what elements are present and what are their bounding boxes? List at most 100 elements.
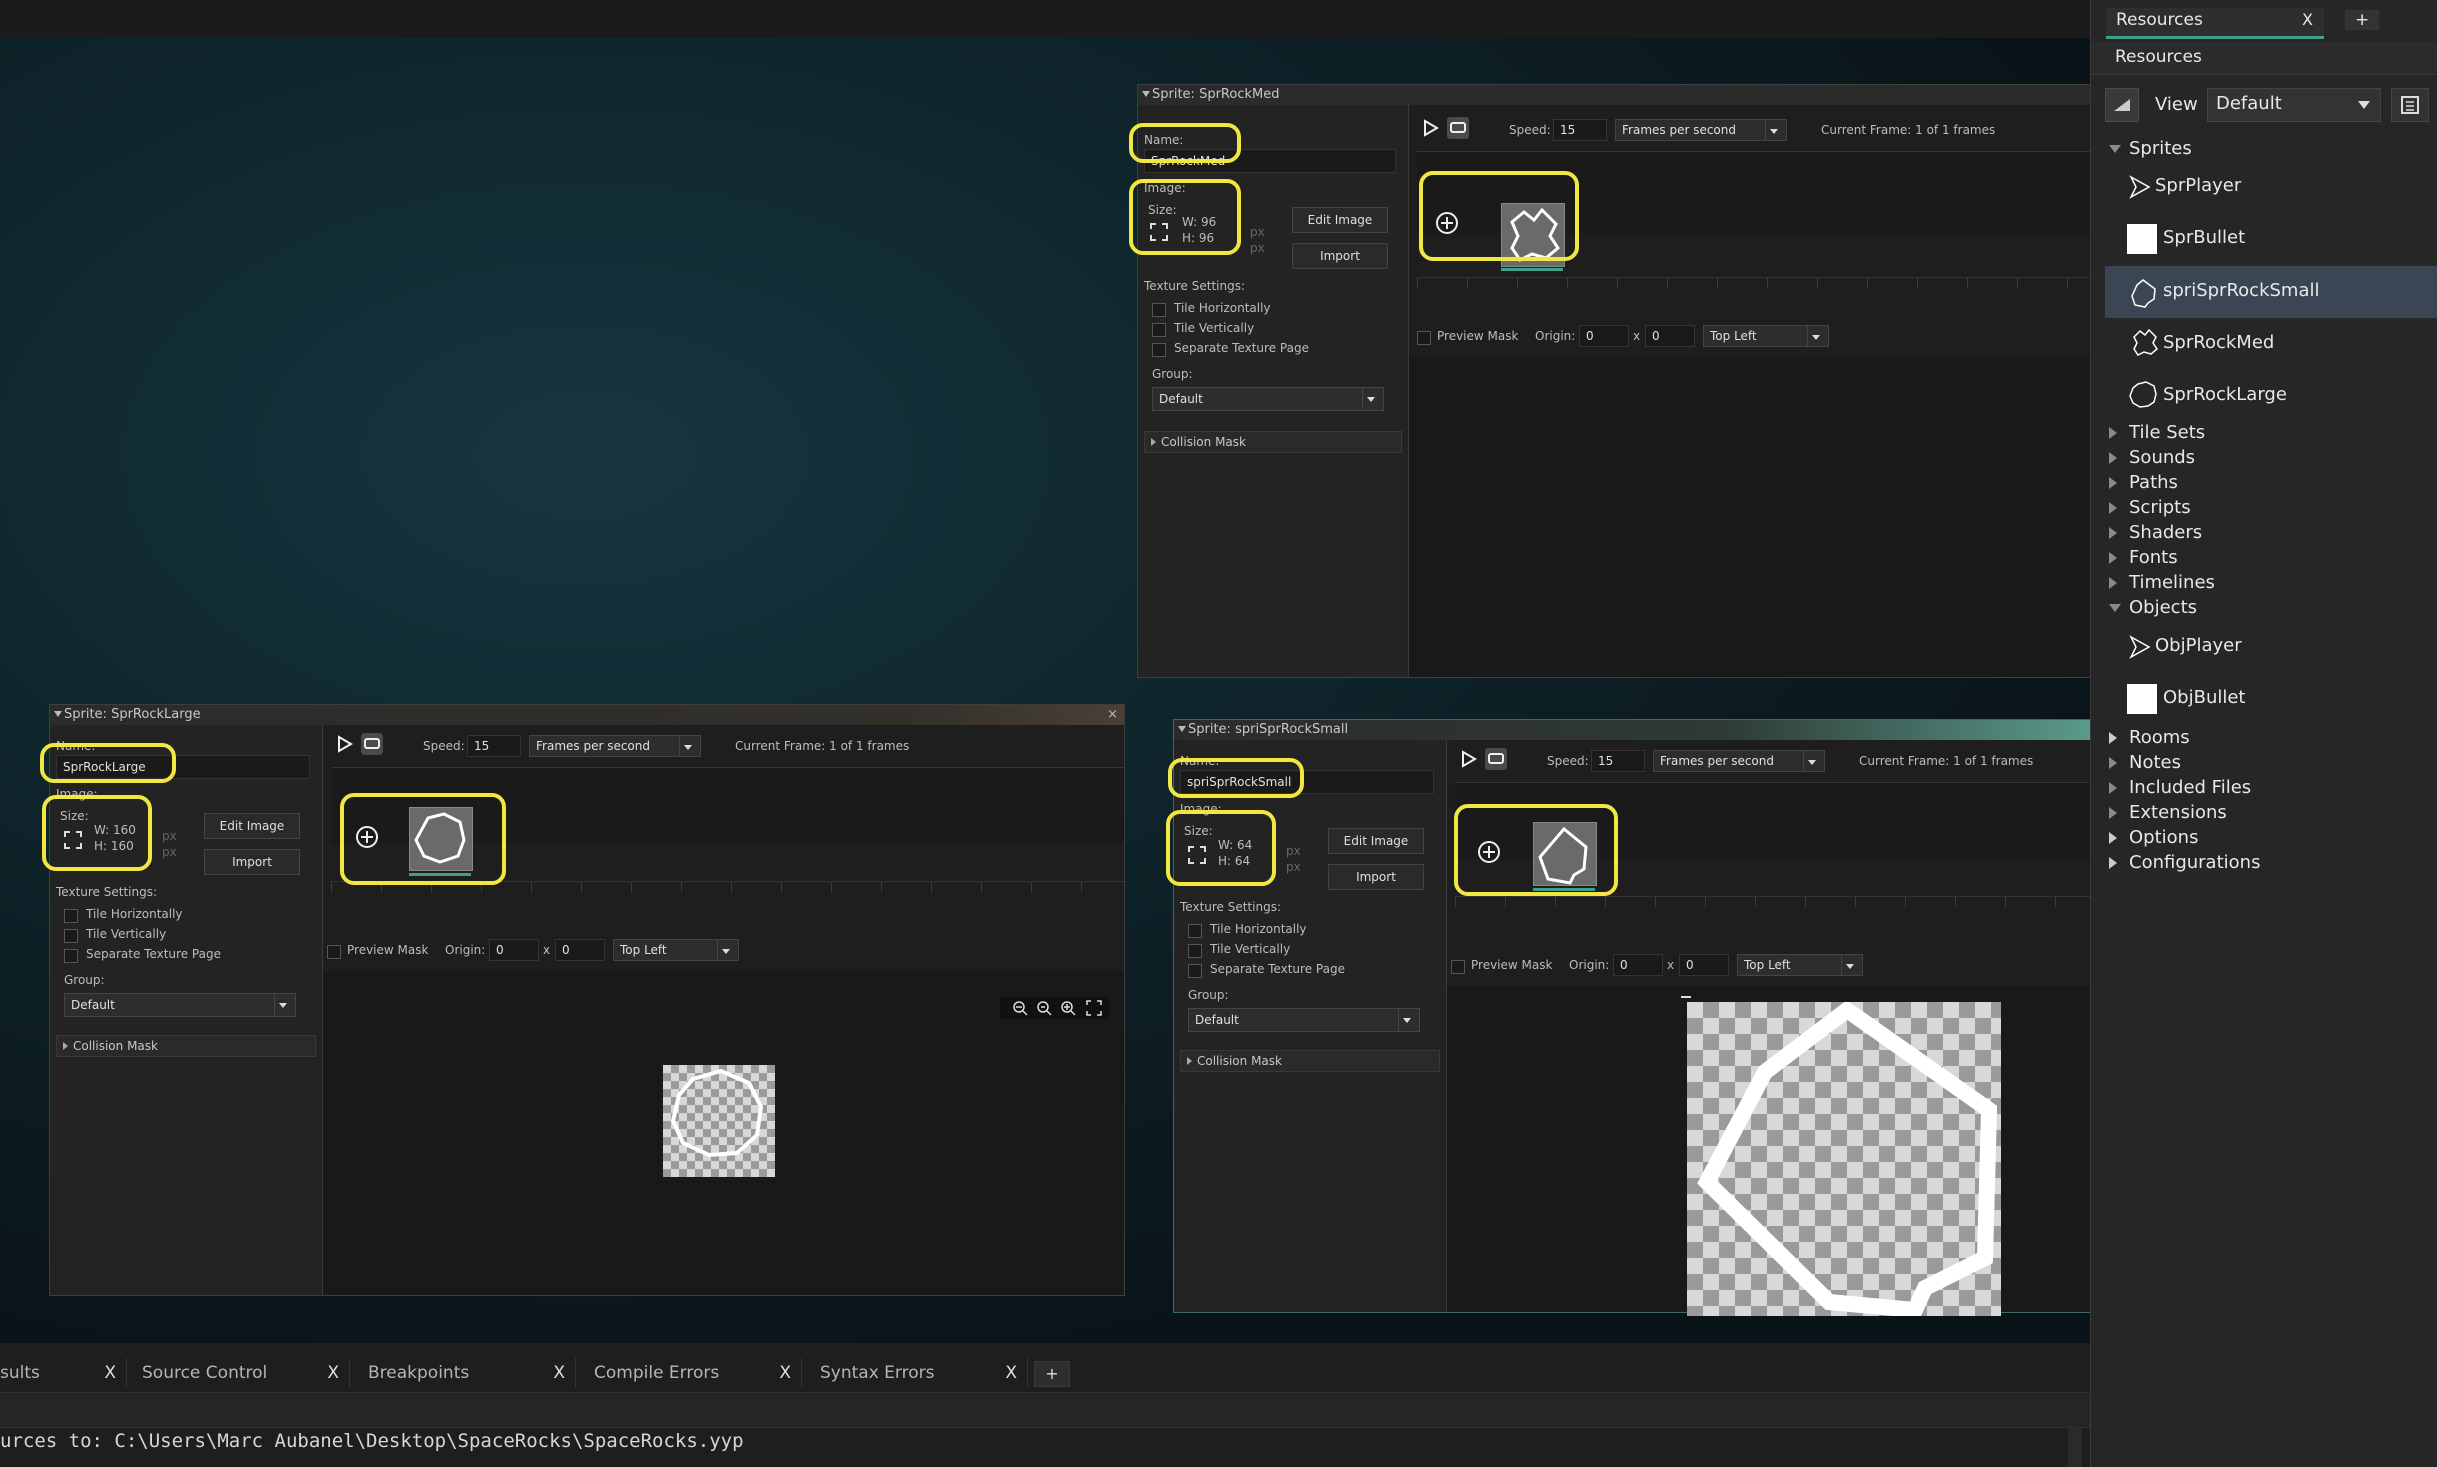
loop-icon[interactable] xyxy=(361,733,383,755)
zoom-reset-icon[interactable] xyxy=(1036,1000,1052,1016)
collapse-icon[interactable] xyxy=(1142,91,1150,97)
play-icon[interactable] xyxy=(1423,119,1439,137)
sprite-window-rocklarge[interactable]: Sprite: SprRockLarge × Name: SprRockLarge… xyxy=(40,704,1125,1296)
speed-field[interactable]: 15 xyxy=(467,735,521,757)
import-button[interactable]: Import xyxy=(1292,243,1388,269)
loop-icon[interactable] xyxy=(1485,748,1507,770)
tab-source-control[interactable]: Source Control X xyxy=(126,1358,350,1388)
window-title-bar[interactable]: Sprite: SprRockLarge × xyxy=(50,705,1124,726)
collision-mask-section[interactable]: Collision Mask xyxy=(56,1035,316,1057)
expand-scripts-icon[interactable] xyxy=(2109,502,2117,514)
expand-rooms-icon[interactable] xyxy=(2109,732,2117,744)
origin-x-field[interactable]: 0 xyxy=(1613,954,1663,976)
edit-image-button[interactable]: Edit Image xyxy=(204,813,300,839)
folder-sounds[interactable]: Sounds xyxy=(2129,447,2195,468)
collision-mask-section[interactable]: Collision Mask xyxy=(1180,1050,1440,1072)
speed-unit-dropdown[interactable]: Frames per second xyxy=(1653,750,1825,772)
tab-search-results[interactable]: sults X xyxy=(0,1358,127,1388)
origin-y-field[interactable]: 0 xyxy=(1679,954,1729,976)
group-dropdown[interactable]: Default xyxy=(1152,387,1384,411)
tile-vertically-checkbox[interactable] xyxy=(1152,323,1166,337)
resource-item-sprirocksmall[interactable]: spriSprRockSmall xyxy=(2105,266,2437,318)
origin-y-field[interactable]: 0 xyxy=(1645,325,1695,347)
add-output-tab-button[interactable]: + xyxy=(1034,1361,1070,1387)
expand-sprites-icon[interactable] xyxy=(2109,145,2121,153)
loop-icon[interactable] xyxy=(1447,117,1469,139)
folder-sprites[interactable]: Sprites xyxy=(2129,138,2192,159)
zoom-in-icon[interactable] xyxy=(1060,1000,1076,1016)
play-icon[interactable] xyxy=(1461,750,1477,768)
fit-view-icon[interactable] xyxy=(1086,1000,1102,1016)
expand-objects-icon[interactable] xyxy=(2109,604,2121,612)
speed-unit-dropdown[interactable]: Frames per second xyxy=(529,735,701,757)
expand-sounds-icon[interactable] xyxy=(2109,452,2117,464)
folder-objects[interactable]: Objects xyxy=(2129,597,2197,618)
folder-tile-sets[interactable]: Tile Sets xyxy=(2129,422,2205,443)
collapse-icon[interactable] xyxy=(1178,726,1186,732)
tile-vertically-checkbox[interactable] xyxy=(1188,944,1202,958)
play-icon[interactable] xyxy=(337,735,353,753)
preview-mask-checkbox[interactable] xyxy=(1451,960,1465,974)
folder-scripts[interactable]: Scripts xyxy=(2129,497,2191,518)
expand-fonts-icon[interactable] xyxy=(2109,552,2117,564)
zoom-out-icon[interactable] xyxy=(1012,1000,1028,1016)
edit-image-button[interactable]: Edit Image xyxy=(1292,207,1388,233)
group-dropdown[interactable]: Default xyxy=(1188,1008,1420,1032)
separate-texture-page-checkbox[interactable] xyxy=(64,949,78,963)
expand-paths-icon[interactable] xyxy=(2109,477,2117,489)
folder-rooms[interactable]: Rooms xyxy=(2129,727,2190,748)
close-icon[interactable]: X xyxy=(2302,10,2313,29)
speed-unit-dropdown[interactable]: Frames per second xyxy=(1615,119,1787,141)
expand-configurations-icon[interactable] xyxy=(2109,857,2117,869)
folder-paths[interactable]: Paths xyxy=(2129,472,2178,493)
close-icon[interactable]: X xyxy=(104,1358,116,1388)
output-scrollbar[interactable] xyxy=(2068,1426,2082,1467)
expand-extensions-icon[interactable] xyxy=(2109,807,2117,819)
folder-timelines[interactable]: Timelines xyxy=(2129,572,2215,593)
window-title-bar[interactable]: Sprite: spriSprRockSmall xyxy=(1174,720,2091,741)
origin-x-field[interactable]: 0 xyxy=(1579,325,1629,347)
sprite-window-rocksmall[interactable]: Sprite: spriSprRockSmall Name: spriSprRo… xyxy=(1166,719,2092,1319)
sprite-canvas[interactable] xyxy=(1447,986,2091,1319)
tab-compile-errors[interactable]: Compile Errors X xyxy=(578,1358,802,1388)
close-icon[interactable]: × xyxy=(1107,705,1118,725)
preview-mask-checkbox[interactable] xyxy=(1417,331,1431,345)
close-icon[interactable]: X xyxy=(1005,1358,1017,1388)
origin-x-field[interactable]: 0 xyxy=(489,939,539,961)
folder-included-files[interactable]: Included Files xyxy=(2129,777,2251,798)
folder-extensions[interactable]: Extensions xyxy=(2129,802,2227,823)
speed-field[interactable]: 15 xyxy=(1591,750,1645,772)
import-button[interactable]: Import xyxy=(204,849,300,875)
import-button[interactable]: Import xyxy=(1328,864,1424,890)
speed-field[interactable]: 15 xyxy=(1553,119,1607,141)
separate-texture-page-checkbox[interactable] xyxy=(1188,964,1202,978)
folder-fonts[interactable]: Fonts xyxy=(2129,547,2178,568)
folder-notes[interactable]: Notes xyxy=(2129,752,2181,773)
sprite-canvas[interactable] xyxy=(323,971,1124,1295)
tile-horizontally-checkbox[interactable] xyxy=(64,909,78,923)
expand-options-icon[interactable] xyxy=(2109,832,2117,844)
resource-item-objplayer[interactable]: ObjPlayer xyxy=(2105,628,2437,666)
sprite-canvas[interactable] xyxy=(1409,357,2091,677)
separate-texture-page-checkbox[interactable] xyxy=(1152,343,1166,357)
resource-item-sprrocklarge[interactable]: SprRockLarge xyxy=(2105,376,2437,416)
add-tab-button[interactable]: + xyxy=(2345,10,2380,30)
resource-item-objbullet[interactable]: ObjBullet xyxy=(2105,680,2437,718)
group-dropdown[interactable]: Default xyxy=(64,993,296,1017)
tab-breakpoints[interactable]: Breakpoints X xyxy=(352,1358,576,1388)
origin-preset-dropdown[interactable]: Top Left xyxy=(1737,954,1863,976)
expand-included-files-icon[interactable] xyxy=(2109,782,2117,794)
view-dropdown[interactable]: Default xyxy=(2207,88,2381,122)
expand-tilesets-icon[interactable] xyxy=(2109,427,2117,439)
resources-tab[interactable]: Resources X xyxy=(2106,8,2324,39)
origin-preset-dropdown[interactable]: Top Left xyxy=(1703,325,1829,347)
edit-image-button[interactable]: Edit Image xyxy=(1328,828,1424,854)
resource-item-sprplayer[interactable]: SprPlayer xyxy=(2105,168,2437,206)
expand-timelines-icon[interactable] xyxy=(2109,577,2117,589)
preview-mask-checkbox[interactable] xyxy=(327,945,341,959)
origin-preset-dropdown[interactable]: Top Left xyxy=(613,939,739,961)
folder-shaders[interactable]: Shaders xyxy=(2129,522,2202,543)
tile-vertically-checkbox[interactable] xyxy=(64,929,78,943)
resource-item-sprrockmed[interactable]: SprRockMed xyxy=(2105,324,2437,364)
origin-y-field[interactable]: 0 xyxy=(555,939,605,961)
